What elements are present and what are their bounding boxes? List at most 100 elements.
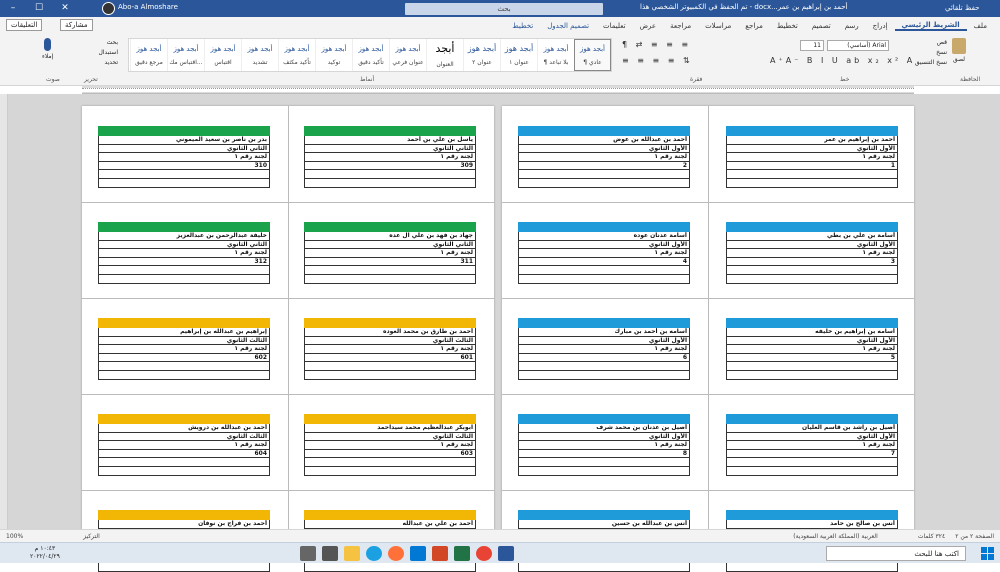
minimize-icon[interactable]: – [0, 0, 26, 17]
focus-button[interactable]: التركيز [83, 533, 100, 540]
vertical-ruler[interactable] [0, 94, 8, 529]
card-row[interactable]: لجنة رقم ١ [518, 249, 690, 258]
style-item[interactable]: أبجد هوز عنوان ٢ [463, 39, 500, 71]
font-name-select[interactable]: Arial (أساسي) [827, 40, 889, 51]
card-row[interactable]: 601 [304, 353, 476, 363]
student-card[interactable]: أحمد بن عبدالله بن درويش الثالث الثانوي لج… [98, 414, 270, 476]
card-row[interactable]: أحمد بن إبراهيم بن عمر [726, 136, 898, 145]
card-row[interactable] [98, 362, 270, 371]
font-size-select[interactable]: 11 [800, 40, 824, 51]
card-row[interactable]: الثاني الثانوي [304, 144, 476, 154]
style-item[interactable]: أبجد هوز تشديد [241, 39, 278, 71]
student-card[interactable]: ابوبكر عبدالعظيم محمد سيداحمد الثالث الثا… [304, 414, 476, 476]
card-row[interactable]: 6 [518, 353, 690, 363]
card-row[interactable]: لجنة رقم ١ [726, 249, 898, 258]
media-app-icon[interactable] [322, 546, 338, 561]
card-row[interactable]: 602 [98, 353, 270, 363]
card-row[interactable] [304, 266, 476, 275]
card-row[interactable]: أحمد بن فراج بن نوفان [98, 520, 270, 529]
taskbar-search-input[interactable]: اكتب هنا للبحث [826, 546, 966, 561]
horizontal-ruler[interactable] [82, 86, 914, 94]
card-row[interactable] [726, 466, 898, 476]
card-row[interactable]: لجنة رقم ١ [518, 345, 690, 354]
card-row[interactable]: لجنة رقم ١ [518, 441, 690, 450]
card-row[interactable] [98, 458, 270, 467]
card-row[interactable]: 8 [518, 449, 690, 459]
card-row[interactable]: أحمد بن عبدالله بن عوض [518, 136, 690, 145]
card-row[interactable] [726, 274, 898, 284]
card-row[interactable]: 4 [518, 257, 690, 267]
tab-view[interactable]: عرض [633, 22, 664, 30]
card-row[interactable] [304, 458, 476, 467]
style-item[interactable]: أبجد هوز تأكيد مكثف [278, 39, 315, 71]
card-row[interactable] [98, 178, 270, 188]
store-app-icon[interactable] [300, 546, 316, 561]
card-row[interactable]: أسامه بن إبراهيم بن خليفه [726, 328, 898, 337]
zoom-level[interactable]: 100% [6, 533, 23, 540]
card-row[interactable] [726, 178, 898, 188]
style-item[interactable]: أبجد هوز عنوان فرعي [389, 39, 426, 71]
close-icon[interactable]: ✕ [52, 0, 78, 17]
tab-review[interactable]: مراجعة [663, 22, 698, 30]
dictate-button[interactable]: إملاء [42, 38, 53, 60]
alignment-tools[interactable]: ≡ ≡ ≡ ≡ ⇅ [622, 56, 693, 65]
student-card[interactable]: أسامه بن إبراهيم بن خليفه الأول الثانوي لج… [726, 318, 898, 380]
style-item[interactable]: أبجد هوز اقتباس [204, 39, 241, 71]
card-row[interactable]: الأول الثانوي [518, 144, 690, 154]
excel-app-icon[interactable] [454, 546, 470, 561]
card-row[interactable]: الأول الثانوي [726, 432, 898, 442]
card-row[interactable]: لجنة رقم ١ [518, 153, 690, 162]
tab-help[interactable]: تعليمات [596, 22, 633, 30]
paragraph-tools[interactable]: ¶ ⇄ ≡ ≡ ≡ [622, 40, 691, 49]
paste-button[interactable]: لصق [952, 38, 966, 63]
card-row[interactable]: أصيل بن راشد بن قاسم العليان [726, 424, 898, 433]
tab-layout[interactable]: تخطيط [770, 22, 805, 30]
powerpoint-app-icon[interactable] [432, 546, 448, 561]
card-row[interactable]: لجنة رقم ١ [304, 345, 476, 354]
student-card[interactable]: أصيل بن راشد بن قاسم العليان الأول الثانو… [726, 414, 898, 476]
card-row[interactable]: الثالث الثانوي [98, 432, 270, 442]
style-item[interactable]: أبجد هوز توكيد [315, 39, 352, 71]
card-row[interactable] [304, 178, 476, 188]
student-card[interactable]: ياسل بن علي بن أحمد الثاني الثانوي لجنة رق… [304, 126, 476, 188]
card-row[interactable]: أسامة بن علي بن بطي [726, 232, 898, 241]
card-row[interactable]: الأول الثانوي [726, 144, 898, 154]
card-row[interactable]: 2 [518, 161, 690, 171]
card-row[interactable]: 7 [726, 449, 898, 459]
word-app-icon[interactable] [498, 546, 514, 561]
card-row[interactable] [518, 274, 690, 284]
windows-start-icon[interactable] [981, 547, 994, 560]
card-row[interactable] [726, 370, 898, 380]
style-item[interactable]: أبجد هوز تأكيد دقيق [352, 39, 389, 71]
card-row[interactable] [98, 170, 270, 179]
card-row[interactable] [518, 562, 690, 572]
font-format-tools[interactable]: A⁺A⁻ B I U ab x₂ x² A [770, 56, 915, 65]
card-row[interactable]: خليفة عبدالرحمن بن عبدالعزيز [98, 232, 270, 241]
card-row[interactable]: لجنة رقم ١ [98, 441, 270, 450]
style-item[interactable]: أبجد هوز ¶ عادي [574, 39, 611, 71]
user-name[interactable]: Abo-a Almoshare [118, 3, 178, 11]
student-card[interactable]: أحمد بن عبدالله بن عوض الأول الثانوي لجنة … [518, 126, 690, 188]
card-row[interactable] [304, 466, 476, 476]
card-row[interactable]: بدر بن ناصر بن سعيد الميموني [98, 136, 270, 145]
style-item[interactable]: أبجد العنوان [426, 39, 463, 71]
card-row[interactable]: إبراهيم بن عبدالله بن إبراهيم [98, 328, 270, 337]
card-row[interactable] [518, 458, 690, 467]
card-row[interactable] [518, 170, 690, 179]
card-row[interactable] [518, 370, 690, 380]
card-row[interactable]: أنس بن عبدالله بن حسين [518, 520, 690, 529]
card-row[interactable]: الأول الثانوي [518, 336, 690, 346]
folder-app-icon[interactable] [344, 546, 360, 561]
card-row[interactable] [518, 266, 690, 275]
card-row[interactable]: 603 [304, 449, 476, 459]
card-row[interactable]: الأول الثانوي [518, 240, 690, 250]
card-row[interactable]: أصيل بن عدنان بن محمد شرف [518, 424, 690, 433]
card-row[interactable]: لجنة رقم ١ [98, 153, 270, 162]
card-row[interactable]: ياسل بن علي بن أحمد [304, 136, 476, 145]
card-row[interactable]: الثالث الثانوي [304, 432, 476, 442]
word-count[interactable]: ٣٢٤ كلمات [918, 533, 945, 540]
card-row[interactable]: أحمد بن عبدالله بن درويش [98, 424, 270, 433]
card-row[interactable]: لجنة رقم ١ [304, 441, 476, 450]
card-row[interactable]: لجنة رقم ١ [98, 345, 270, 354]
card-row[interactable]: أسامة عدنان عوده [518, 232, 690, 241]
